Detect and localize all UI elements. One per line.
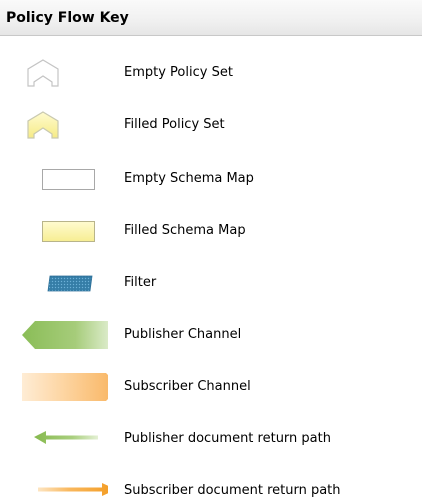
legend-item-filled-policy-set: Filled Policy Set bbox=[0, 105, 422, 145]
legend-label: Empty Schema Map bbox=[124, 171, 254, 186]
filter-icon bbox=[22, 263, 108, 303]
legend-label: Filled Schema Map bbox=[124, 223, 246, 238]
empty-policy-set-icon bbox=[22, 53, 108, 93]
legend-item-subscriber-channel: Subscriber Channel bbox=[0, 367, 422, 407]
legend-label: Subscriber document return path bbox=[124, 483, 341, 498]
legend-item-filter: Filter bbox=[0, 263, 422, 303]
legend-label: Subscriber Channel bbox=[124, 379, 251, 394]
legend-label: Filled Policy Set bbox=[124, 117, 225, 132]
legend-item-subscriber-return-path: Subscriber document return path bbox=[0, 471, 422, 500]
subscriber-channel-icon bbox=[22, 367, 108, 407]
publisher-channel-icon bbox=[22, 315, 108, 355]
legend-item-publisher-return-path: Publisher document return path bbox=[0, 419, 422, 459]
legend-label: Empty Policy Set bbox=[124, 65, 233, 80]
filled-schema-map-icon bbox=[22, 211, 108, 251]
panel-title: Policy Flow Key bbox=[6, 10, 129, 26]
legend-label: Publisher Channel bbox=[124, 327, 242, 342]
panel-header: Policy Flow Key bbox=[0, 0, 422, 36]
legend-label: Publisher document return path bbox=[124, 431, 331, 446]
legend-item-empty-schema-map: Empty Schema Map bbox=[0, 159, 422, 199]
filled-policy-set-icon bbox=[22, 105, 108, 145]
policy-flow-key-panel: Policy Flow Key Empty Policy Set Filled bbox=[0, 0, 422, 500]
publisher-return-arrow-icon bbox=[22, 419, 108, 459]
legend-item-filled-schema-map: Filled Schema Map bbox=[0, 211, 422, 251]
legend-label: Filter bbox=[124, 275, 157, 290]
subscriber-return-arrow-icon bbox=[22, 471, 108, 500]
legend-item-empty-policy-set: Empty Policy Set bbox=[0, 53, 422, 93]
legend-item-publisher-channel: Publisher Channel bbox=[0, 315, 422, 355]
empty-schema-map-icon bbox=[22, 159, 108, 199]
